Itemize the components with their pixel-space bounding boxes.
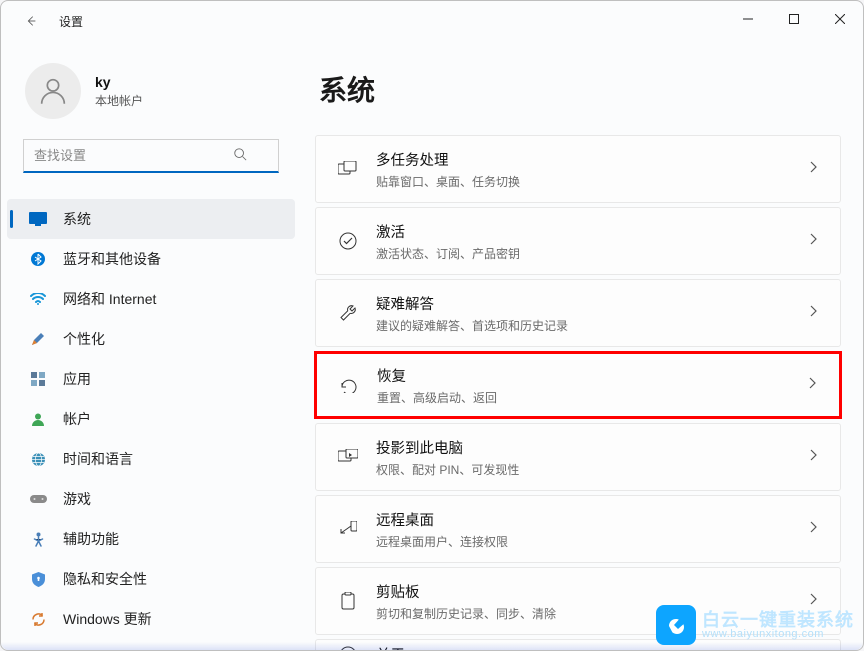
row-desc: 远程桌面用户、连接权限 xyxy=(376,533,810,550)
row-title: 远程桌面 xyxy=(376,509,810,530)
display-icon xyxy=(29,210,47,228)
chevron-right-icon xyxy=(810,160,818,178)
sidebar-item-label: 时间和语言 xyxy=(63,449,133,469)
sidebar-item-label: 帐户 xyxy=(63,409,91,429)
remote-icon xyxy=(334,521,362,537)
row-desc: 权限、配对 PIN、可发现性 xyxy=(376,461,810,478)
chevron-right-icon xyxy=(810,304,818,322)
watermark-text: 白云一键重装系统 xyxy=(702,611,854,629)
sidebar-item-apps[interactable]: 应用 xyxy=(7,359,295,399)
page-title: 系统 xyxy=(319,69,841,109)
globe-icon xyxy=(29,450,47,468)
setting-row-project[interactable]: 投影到此电脑 权限、配对 PIN、可发现性 xyxy=(315,423,841,491)
sidebar-item-personalization[interactable]: 个性化 xyxy=(7,319,295,359)
chevron-right-icon xyxy=(810,232,818,250)
row-title: 激活 xyxy=(376,221,810,242)
sidebar: ky 本地帐户 系统 蓝牙和其他设备 xyxy=(1,41,301,650)
row-desc: 建议的疑难解答、首选项和历史记录 xyxy=(376,317,810,334)
chevron-right-icon xyxy=(810,448,818,466)
sidebar-item-label: 辅助功能 xyxy=(63,529,119,549)
chevron-right-icon xyxy=(809,376,817,394)
sidebar-item-accessibility[interactable]: 辅助功能 xyxy=(7,519,295,559)
project-icon xyxy=(334,449,362,465)
avatar xyxy=(25,63,81,119)
sidebar-item-gaming[interactable]: 游戏 xyxy=(7,479,295,519)
check-circle-icon xyxy=(334,232,362,250)
setting-row-activation[interactable]: 激活 激活状态、订阅、产品密钥 xyxy=(315,207,841,275)
window-title: 设置 xyxy=(59,13,83,30)
sidebar-item-label: 应用 xyxy=(63,369,91,389)
watermark-badge-icon xyxy=(656,605,696,645)
watermark-url: www.baiyunxitong.com xyxy=(702,629,854,640)
setting-row-multitasking[interactable]: 多任务处理 贴靠窗口、桌面、任务切换 xyxy=(315,135,841,203)
gamepad-icon xyxy=(29,490,47,508)
wifi-icon xyxy=(29,290,47,308)
row-desc: 激活状态、订阅、产品密钥 xyxy=(376,245,810,262)
recovery-icon xyxy=(335,377,363,393)
sidebar-item-network[interactable]: 网络和 Internet xyxy=(7,279,295,319)
setting-row-remote-desktop[interactable]: 远程桌面 远程桌面用户、连接权限 xyxy=(315,495,841,563)
row-title: 剪贴板 xyxy=(376,581,810,602)
sidebar-item-label: 系统 xyxy=(63,209,91,229)
sidebar-item-label: 隐私和安全性 xyxy=(63,569,147,589)
sidebar-item-label: 网络和 Internet xyxy=(63,289,156,309)
shield-icon xyxy=(29,570,47,588)
apps-icon xyxy=(29,370,47,388)
row-desc: 重置、高级启动、返回 xyxy=(377,389,809,406)
main-content: 系统 多任务处理 贴靠窗口、桌面、任务切换 激活 激活状态、订阅、产品密钥 xyxy=(301,41,863,650)
titlebar: 设置 xyxy=(1,1,863,41)
row-desc: 贴靠窗口、桌面、任务切换 xyxy=(376,173,810,190)
chevron-right-icon xyxy=(810,520,818,538)
sidebar-item-time-language[interactable]: 时间和语言 xyxy=(7,439,295,479)
close-button[interactable] xyxy=(817,1,863,37)
sidebar-item-label: Windows 更新 xyxy=(63,609,152,629)
sidebar-item-system[interactable]: 系统 xyxy=(7,199,295,239)
update-icon xyxy=(29,610,47,628)
sidebar-item-windows-update[interactable]: Windows 更新 xyxy=(7,599,295,639)
multitask-icon xyxy=(334,161,362,177)
paintbrush-icon xyxy=(29,330,47,348)
wrench-icon xyxy=(334,304,362,322)
profile-subtitle: 本地帐户 xyxy=(95,92,143,109)
row-title: 恢复 xyxy=(377,365,809,386)
row-title: 多任务处理 xyxy=(376,149,810,170)
clipboard-icon xyxy=(334,592,362,610)
person-icon xyxy=(29,410,47,428)
setting-row-troubleshoot[interactable]: 疑难解答 建议的疑难解答、首选项和历史记录 xyxy=(315,279,841,347)
sidebar-item-label: 蓝牙和其他设备 xyxy=(63,249,161,269)
bluetooth-icon xyxy=(29,250,47,268)
sidebar-item-privacy[interactable]: 隐私和安全性 xyxy=(7,559,295,599)
watermark: 白云一键重装系统 www.baiyunxitong.com xyxy=(656,605,854,645)
sidebar-item-label: 个性化 xyxy=(63,329,105,349)
accessibility-icon xyxy=(29,530,47,548)
back-button[interactable] xyxy=(23,13,39,29)
sidebar-item-bluetooth[interactable]: 蓝牙和其他设备 xyxy=(7,239,295,279)
row-title: 疑难解答 xyxy=(376,293,810,314)
profile-name: ky xyxy=(95,74,143,90)
minimize-button[interactable] xyxy=(725,1,771,37)
row-title: 投影到此电脑 xyxy=(376,437,810,458)
profile-section[interactable]: ky 本地帐户 xyxy=(1,63,301,139)
setting-row-recovery[interactable]: 恢复 重置、高级启动、返回 xyxy=(314,351,842,419)
sidebar-item-label: 游戏 xyxy=(63,489,91,509)
maximize-button[interactable] xyxy=(771,1,817,37)
sidebar-item-accounts[interactable]: 帐户 xyxy=(7,399,295,439)
